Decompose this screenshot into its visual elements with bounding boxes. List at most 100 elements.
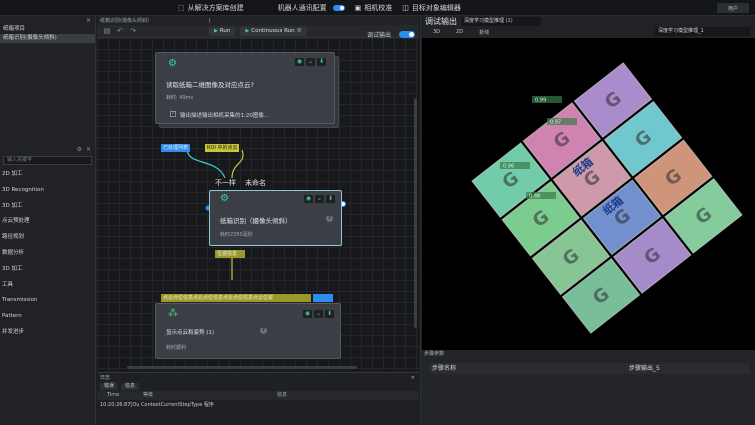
run-button[interactable]: ▶ Run <box>209 26 236 36</box>
port-tag[interactable]: 位姿信息 <box>215 250 245 258</box>
search-input[interactable]: 输入关键字 <box>3 156 92 165</box>
library-icon: ⬚ <box>178 3 185 12</box>
node-recognize[interactable]: ⚙ ◉ ⌄ ⬇ 纸箱识别（摄像头倾斜） ? 耗时2350毫秒 <box>209 190 342 246</box>
connection-line <box>186 149 226 179</box>
option-checkbox[interactable]: ✓ <box>170 111 176 117</box>
node-time: 耗时2350毫秒 <box>220 232 253 238</box>
port-bar[interactable]: 点云点位信息点云点位信息点云点位信息点云位姿 <box>161 294 311 302</box>
redo-icon[interactable]: ↷ <box>129 27 137 35</box>
robot-comm-toggle[interactable] <box>332 4 345 11</box>
node-read-image[interactable]: ⚙ ◉ ⌄ ⬇ 读取纸箱二维图像及对应点云? 耗时: 49ms ✓ 输出描述输出… <box>155 52 335 124</box>
library-item[interactable]: 工具 <box>0 278 95 294</box>
top-menu-bar: ⬚ 从解决方案库创建 机器人通讯配置 ▣ 相机校准 ◫ 目标对象编辑器 用户 <box>0 0 755 16</box>
step-params-panel: 步骤参数 步骤名称 步骤输出_5 <box>421 350 755 425</box>
log-tab-info[interactable]: 信息 <box>121 383 140 390</box>
project-item[interactable]: 纸箱项目 <box>0 25 95 34</box>
close-icon[interactable]: ✕ <box>86 146 91 153</box>
node-title: 读取纸箱二维图像及对应点云? <box>166 81 254 89</box>
vertical-scrollbar[interactable] <box>414 98 417 328</box>
play-icon: ▶ <box>214 27 218 34</box>
connection-line <box>231 149 244 179</box>
undo-icon[interactable]: ↶ <box>116 27 124 35</box>
log-tab-error[interactable]: 错误 <box>100 383 119 390</box>
library-item[interactable]: 路径规划 <box>0 230 95 246</box>
view-icon[interactable]: ◉ <box>304 195 313 203</box>
tab-2d[interactable]: 2D <box>456 29 463 35</box>
layer-select[interactable]: 深度学习模型推理_1 <box>655 27 750 36</box>
library-panel-header: ⚙ ✕ <box>0 145 95 154</box>
camera-icon: ▣ <box>354 3 362 12</box>
score-text: 0.96 <box>503 164 514 170</box>
close-icon[interactable]: ✕ <box>411 375 415 381</box>
option-label: 输出描述输出相机采集的1:20图像... <box>180 113 270 119</box>
library-item[interactable]: 3D 加工 <box>0 199 95 215</box>
debug-output-toggle[interactable] <box>399 31 415 38</box>
points-step-icon: ⁂ <box>168 308 178 319</box>
tab-3d[interactable]: 3D <box>433 29 440 35</box>
continuous-run-button[interactable]: ▶ Continuous Run ⚙ <box>240 26 307 36</box>
log-header: 日志 ✕ <box>100 374 415 382</box>
horizontal-scrollbar[interactable] <box>127 366 357 369</box>
help-icon[interactable]: ? <box>260 327 267 334</box>
box-grid: GGGGG纸箱GGG纸箱GGGG <box>471 62 743 334</box>
port-tag[interactable]: 已处理列表 <box>161 144 191 152</box>
node-canvas[interactable]: ⚙ ◉ ⌄ ⬇ 读取纸箱二维图像及对应点云? 耗时: 49ms ✓ 输出描述输出… <box>97 38 419 371</box>
graph-editor: 纸箱识别(摄像头倾斜) ǀ ▤ ↶ ↷ ▶ Run ▶ Continuous Run ⚙… <box>97 16 419 371</box>
target-editor-button[interactable]: ◫ 目标对象编辑器 <box>402 3 461 13</box>
download-icon[interactable]: ⬇ <box>325 310 334 318</box>
library-item[interactable]: Transmission <box>0 293 95 309</box>
image-viewport[interactable]: G G G G G 纸箱 G G G 纸箱 G G G G 0.99 0.97 0.96 0.98 <box>422 38 755 350</box>
camera-step-icon: ⚙ <box>168 58 177 69</box>
project-item-selected[interactable]: 纸箱识别(摄像头倾斜) <box>0 34 95 43</box>
log-row[interactable]: 10:20:26.87[Ou ContextCurrentStepType 程序 <box>97 400 419 410</box>
collapse-icon[interactable]: ⌄ <box>315 195 324 203</box>
collapse-icon[interactable]: ⌄ <box>306 58 315 66</box>
project-list-space <box>0 43 95 145</box>
debug-output-panel: 调试输出 深度学习模型推理 (1) 3D 2D 折线 深度学习模型推理_1 GG… <box>420 16 755 425</box>
view-icon[interactable]: ◉ <box>303 310 312 318</box>
collapse-icon[interactable]: ⌄ <box>314 310 323 318</box>
log-tabs: 错误 信息 <box>97 382 419 391</box>
editor-tab[interactable]: 纸箱识别(摄像头倾斜) ǀ <box>97 16 419 25</box>
param-row[interactable]: 步骤名称 步骤输出_5 <box>429 363 749 374</box>
library-item[interactable]: 3D Recognition <box>0 183 95 199</box>
robot-comm-button[interactable]: 机器人通讯配置 <box>278 3 345 13</box>
node-title: 纸箱识别（摄像头倾斜） <box>220 217 292 225</box>
camera-calib-button[interactable]: ▣ 相机校准 <box>355 3 393 13</box>
download-icon[interactable]: ⬇ <box>326 195 335 203</box>
step-select[interactable]: 深度学习模型推理 (1) <box>461 17 541 26</box>
log-table-header: Time 等级 信息 <box>97 391 419 400</box>
node-title: 显示点云和姿势 (1) <box>166 330 215 336</box>
library-item[interactable]: 并发进步 <box>0 325 95 341</box>
tab-line[interactable]: 折线 <box>479 29 489 36</box>
camera-step-icon: ⚙ <box>220 193 229 204</box>
node-output[interactable]: ⁂ ◉ ⌄ ⬇ 显示点云和姿势 (1) ? 耗时顺利 <box>155 303 341 359</box>
user-menu[interactable]: 用户 <box>717 3 749 13</box>
node-time: 耗时顺利 <box>166 345 187 351</box>
library-item[interactable]: 点云预处理 <box>0 214 95 230</box>
port-bar-end[interactable] <box>313 294 333 302</box>
create-from-library-button[interactable]: ⬚ 从解决方案库创建 <box>178 3 244 13</box>
view-icon[interactable]: ◉ <box>295 58 304 66</box>
log-panel: 日志 ✕ 错误 信息 Time 等级 信息 10:20:26.87[Ou Cont… <box>97 372 419 425</box>
pin-icon[interactable]: ǀ <box>209 18 210 24</box>
library-item[interactable]: 3D 加工 <box>0 262 95 278</box>
score-text: 0.97 <box>550 120 561 126</box>
library-item[interactable]: 数据分析 <box>0 246 95 262</box>
score-text: 0.99 <box>535 98 546 104</box>
params-title: 步骤参数 <box>424 351 445 357</box>
settings-icon[interactable]: ⚙ <box>77 146 82 153</box>
port-tag[interactable]: ROI 中的点云 <box>205 144 240 152</box>
library-item[interactable]: 2D 加工 <box>0 167 95 183</box>
detection-overlay: GGGGG纸箱GGG纸箱GGGG 0.99 0.97 0.96 0.98 <box>471 62 743 334</box>
library-item[interactable]: Pattern <box>0 309 95 325</box>
left-panel: ✕ 纸箱项目 纸箱识别(摄像头倾斜) ⚙ ✕ 输入关键字 2D 加工 3D Rec… <box>0 16 96 425</box>
help-icon[interactable]: ? <box>326 215 333 222</box>
branch-label: 未命名 <box>245 179 266 187</box>
branch-label: 不一样 <box>215 179 236 187</box>
node-time: 耗时: 49ms <box>166 95 194 101</box>
score-text: 0.98 <box>529 194 540 200</box>
download-icon[interactable]: ⬇ <box>317 58 326 66</box>
save-icon[interactable]: ▤ <box>103 27 111 35</box>
close-icon[interactable]: ✕ <box>86 17 91 24</box>
